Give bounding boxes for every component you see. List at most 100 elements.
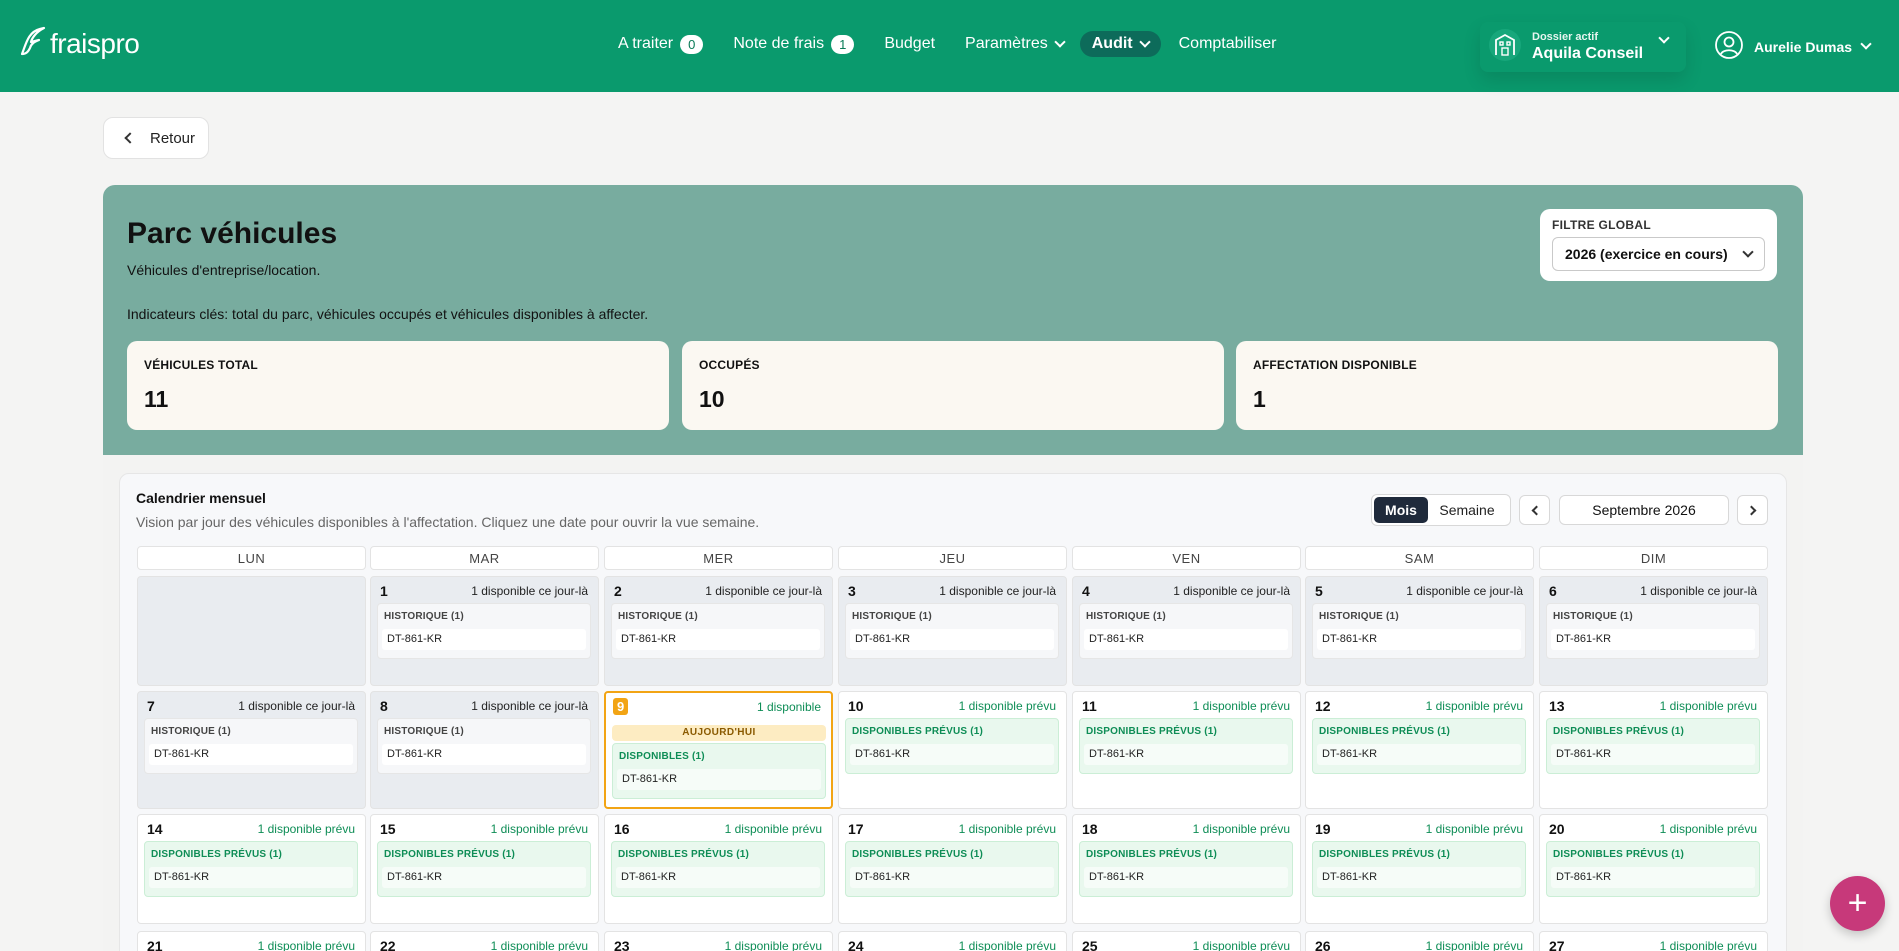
calendar-day[interactable]: 17 1 disponible prévu DISPONIBLES PRÉVUS (…	[838, 814, 1067, 924]
year-select[interactable]: 2026 (exercice en cours)	[1552, 237, 1765, 271]
group-label: DISPONIBLES PRÉVUS (1)	[1319, 726, 1451, 737]
vehicle-plate[interactable]: DT-861-KR	[1551, 629, 1755, 650]
vehicle-plate[interactable]: DT-861-KR	[382, 629, 586, 650]
calendar-day[interactable]: 3 1 disponible ce jour-là HISTORIQUE (1) DT…	[838, 576, 1067, 686]
add-button[interactable]: +	[1830, 876, 1885, 931]
day-number: 1	[380, 583, 388, 599]
nav-a-traiter[interactable]: A traiter 0	[618, 34, 704, 54]
vehicle-plate[interactable]: DT-861-KR	[616, 629, 820, 650]
calendar-day-today[interactable]: 91 disponible AUJOURD'HUI DISPONIBLES (1) D…	[604, 691, 833, 809]
user-menu[interactable]: Aurelie Dumas	[1714, 30, 1872, 63]
calendar-day[interactable]: 2 1 disponible ce jour-là HISTORIQUE (1) DT…	[604, 576, 833, 686]
vehicle-plate[interactable]: DT-861-KR	[1317, 629, 1521, 650]
nav-a-traiter-label: A traiter	[618, 35, 674, 52]
availability-count: 1 disponible prévu	[724, 939, 822, 951]
group-label: HISTORIQUE (1)	[1319, 611, 1399, 622]
nav-audit[interactable]: Audit	[1079, 31, 1161, 57]
calendar-day[interactable]: 14 1 disponible prévu DISPONIBLES PRÉVUS (…	[137, 814, 366, 924]
month-label[interactable]: Septembre 2026	[1559, 495, 1729, 525]
weekday-header: SAM	[1305, 546, 1534, 570]
view-month-button[interactable]: Mois	[1374, 497, 1428, 523]
back-label: Retour	[150, 129, 196, 147]
nav-budget[interactable]: Budget	[884, 35, 935, 53]
vehicle-plate[interactable]: DT-861-KR	[617, 769, 821, 790]
calendar-day[interactable]: 16 1 disponible prévu DISPONIBLES PRÉVUS (…	[604, 814, 833, 924]
calendar-day[interactable]: 19 1 disponible prévu DISPONIBLES PRÉVUS (…	[1305, 814, 1534, 924]
user-avatar-icon	[1714, 30, 1744, 63]
calendar-day[interactable]: 25 1 disponible prévu	[1072, 931, 1301, 951]
vehicle-plate[interactable]: DT-861-KR	[1317, 744, 1521, 765]
nav-note-de-frais[interactable]: Note de frais 1	[733, 34, 855, 54]
calendar-day[interactable]: 23 1 disponible prévu	[604, 931, 833, 951]
vehicle-plate[interactable]: DT-861-KR	[149, 867, 353, 888]
calendar-day[interactable]: 10 1 disponible prévu DISPONIBLES PRÉVUS (…	[838, 691, 1067, 809]
nav-note-de-frais-count: 1	[831, 34, 855, 54]
today-badge: AUJOURD'HUI	[612, 725, 826, 741]
group-label: DISPONIBLES (1)	[619, 751, 705, 762]
nav-audit-label: Audit	[1091, 35, 1133, 52]
availability-count: 1 disponible ce jour-là	[471, 699, 588, 713]
vehicle-plate[interactable]: DT-861-KR	[850, 744, 1054, 765]
year-select-value: 2026 (exercice en cours)	[1565, 246, 1728, 262]
chevron-right-icon	[1746, 505, 1756, 515]
prev-month-button[interactable]	[1519, 495, 1550, 525]
calendar-day[interactable]: 7 1 disponible ce jour-là HISTORIQUE (1) DT…	[137, 691, 366, 809]
available-group: DISPONIBLES PRÉVUS (1) DT-861-KR	[1546, 718, 1760, 774]
calendar-day[interactable]: 22 1 disponible prévu	[370, 931, 599, 951]
vehicle-plate[interactable]: DT-861-KR	[850, 867, 1054, 888]
vehicle-plate[interactable]: DT-861-KR	[382, 867, 586, 888]
plus-icon: +	[1847, 884, 1868, 922]
vehicle-plate[interactable]: DT-861-KR	[616, 867, 820, 888]
history-group: HISTORIQUE (1) DT-861-KR	[845, 603, 1059, 659]
vehicle-plate[interactable]: DT-861-KR	[850, 629, 1054, 650]
vehicle-plate[interactable]: DT-861-KR	[1317, 867, 1521, 888]
vehicle-plate[interactable]: DT-861-KR	[1551, 744, 1755, 765]
availability-count: 1 disponible prévu	[1425, 822, 1523, 836]
calendar-day[interactable]: 26 1 disponible prévu	[1305, 931, 1534, 951]
available-group: DISPONIBLES PRÉVUS (1) DT-861-KR	[845, 841, 1059, 897]
vehicle-plate[interactable]: DT-861-KR	[1084, 629, 1288, 650]
calendar-day[interactable]: 5 1 disponible ce jour-là HISTORIQUE (1) DT…	[1305, 576, 1534, 686]
group-label: HISTORIQUE (1)	[1553, 611, 1633, 622]
calendar-day[interactable]: 8 1 disponible ce jour-là HISTORIQUE (1) DT…	[370, 691, 599, 809]
top-bar: fraispro A traiter 0 Note de frais 1 Bud…	[0, 0, 1899, 92]
vehicle-plate[interactable]: DT-861-KR	[1084, 744, 1288, 765]
nav-comptabiliser[interactable]: Comptabiliser	[1179, 35, 1277, 53]
page-description: Indicateurs clés: total du parc, véhicul…	[127, 306, 649, 322]
group-label: HISTORIQUE (1)	[151, 726, 231, 737]
availability-count: 1 disponible prévu	[1425, 699, 1523, 713]
vehicle-plate[interactable]: DT-861-KR	[1084, 867, 1288, 888]
calendar-day[interactable]: 20 1 disponible prévu DISPONIBLES PRÉVUS (…	[1539, 814, 1768, 924]
active-dossier-selector[interactable]: Dossier actif Aquila Conseil	[1480, 22, 1686, 72]
calendar-day[interactable]: 21 1 disponible prévu	[137, 931, 366, 951]
app-logo[interactable]: fraispro	[18, 26, 140, 61]
vehicle-plate[interactable]: DT-861-KR	[382, 744, 586, 765]
calendar-day[interactable]: 1 1 disponible ce jour-là HISTORIQUE (1) DT…	[370, 576, 599, 686]
vehicle-plate[interactable]: DT-861-KR	[1551, 867, 1755, 888]
group-label: HISTORIQUE (1)	[852, 611, 932, 622]
calendar-day[interactable]: 24 1 disponible prévu	[838, 931, 1067, 951]
vehicle-plate[interactable]: DT-861-KR	[149, 744, 353, 765]
day-number: 9	[613, 698, 629, 715]
calendar-day[interactable]: 4 1 disponible ce jour-là HISTORIQUE (1) DT…	[1072, 576, 1301, 686]
kpi-value: 10	[699, 386, 725, 412]
availability-count: 1 disponible prévu	[1659, 699, 1757, 713]
calendar-day[interactable]: 11 1 disponible prévu DISPONIBLES PRÉVUS (…	[1072, 691, 1301, 809]
availability-count: 1 disponible prévu	[490, 822, 588, 836]
calendar-day[interactable]: 18 1 disponible prévu DISPONIBLES PRÉVUS (…	[1072, 814, 1301, 924]
dossier-name: Aquila Conseil	[1532, 45, 1644, 62]
available-group: DISPONIBLES PRÉVUS (1) DT-861-KR	[1079, 718, 1293, 774]
back-button[interactable]: Retour	[103, 117, 209, 159]
availability-count: 1 disponible ce jour-là	[1173, 584, 1290, 598]
nav-parametres[interactable]: Paramètres	[965, 35, 1066, 53]
calendar-day[interactable]: 13 1 disponible prévu DISPONIBLES PRÉVUS (…	[1539, 691, 1768, 809]
availability-count: 1 disponible ce jour-là	[238, 699, 355, 713]
calendar-day[interactable]: 12 1 disponible prévu DISPONIBLES PRÉVUS (…	[1305, 691, 1534, 809]
next-month-button[interactable]	[1737, 495, 1768, 525]
calendar-day[interactable]: 15 1 disponible prévu DISPONIBLES PRÉVUS (…	[370, 814, 599, 924]
calendar-day[interactable]: 27 1 disponible prévu	[1539, 931, 1768, 951]
view-week-button[interactable]: Semaine	[1428, 497, 1506, 523]
day-number: 14	[147, 821, 163, 837]
calendar-day[interactable]: 6 1 disponible ce jour-là HISTORIQUE (1) DT…	[1539, 576, 1768, 686]
availability-count: 1 disponible prévu	[958, 939, 1056, 951]
